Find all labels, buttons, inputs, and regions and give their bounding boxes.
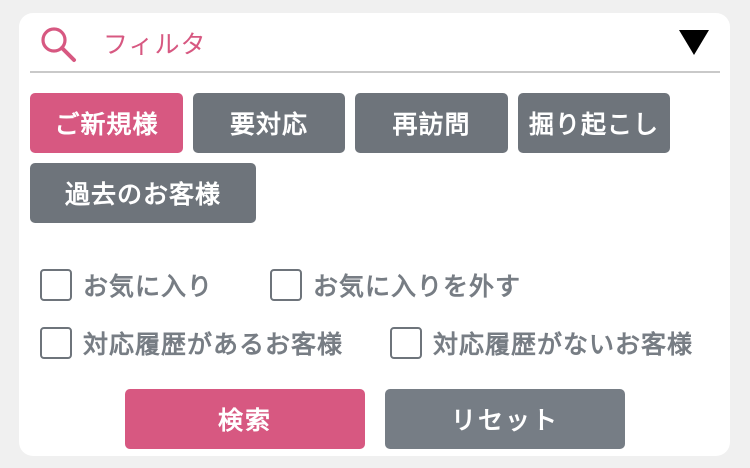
checkbox-box[interactable] (270, 269, 302, 301)
checkbox-box[interactable] (390, 327, 422, 359)
checkbox-label: 対応履歴がないお客様 (433, 330, 694, 359)
search-icon (39, 25, 77, 63)
checkbox-box[interactable] (40, 327, 72, 359)
checkbox-has-history[interactable]: 対応履歴があるお客様 (40, 325, 343, 361)
checkbox-remove-favorite[interactable]: お気に入りを外す (270, 267, 521, 303)
tag-dig-up[interactable]: 掘り起こし (518, 93, 670, 153)
tag-new-customer[interactable]: ご新規様 (30, 93, 183, 153)
checkbox-favorite[interactable]: お気に入り (40, 267, 213, 303)
tag-revisit[interactable]: 再訪問 (355, 93, 508, 153)
tag-needs-action[interactable]: 要対応 (193, 93, 345, 153)
checkbox-no-history[interactable]: 対応履歴がないお客様 (390, 325, 693, 361)
checkbox-box[interactable] (40, 269, 72, 301)
reset-button[interactable]: リセット (385, 389, 625, 449)
tag-past-customer[interactable]: 過去のお客様 (30, 163, 256, 223)
filter-panel: フィルタ ご新規様 要対応 再訪問 掘り起こし 過去のお客様 お気に入り お気に… (19, 13, 730, 456)
filter-title: フィルタ (103, 30, 207, 59)
search-button[interactable]: 検索 (125, 389, 365, 449)
filter-header[interactable]: フィルタ (30, 13, 720, 73)
checkbox-label: お気に入り (83, 272, 214, 301)
triangle-down-icon[interactable] (678, 27, 710, 57)
checkbox-label: 対応履歴があるお客様 (83, 330, 344, 359)
checkbox-label: お気に入りを外す (313, 272, 522, 301)
